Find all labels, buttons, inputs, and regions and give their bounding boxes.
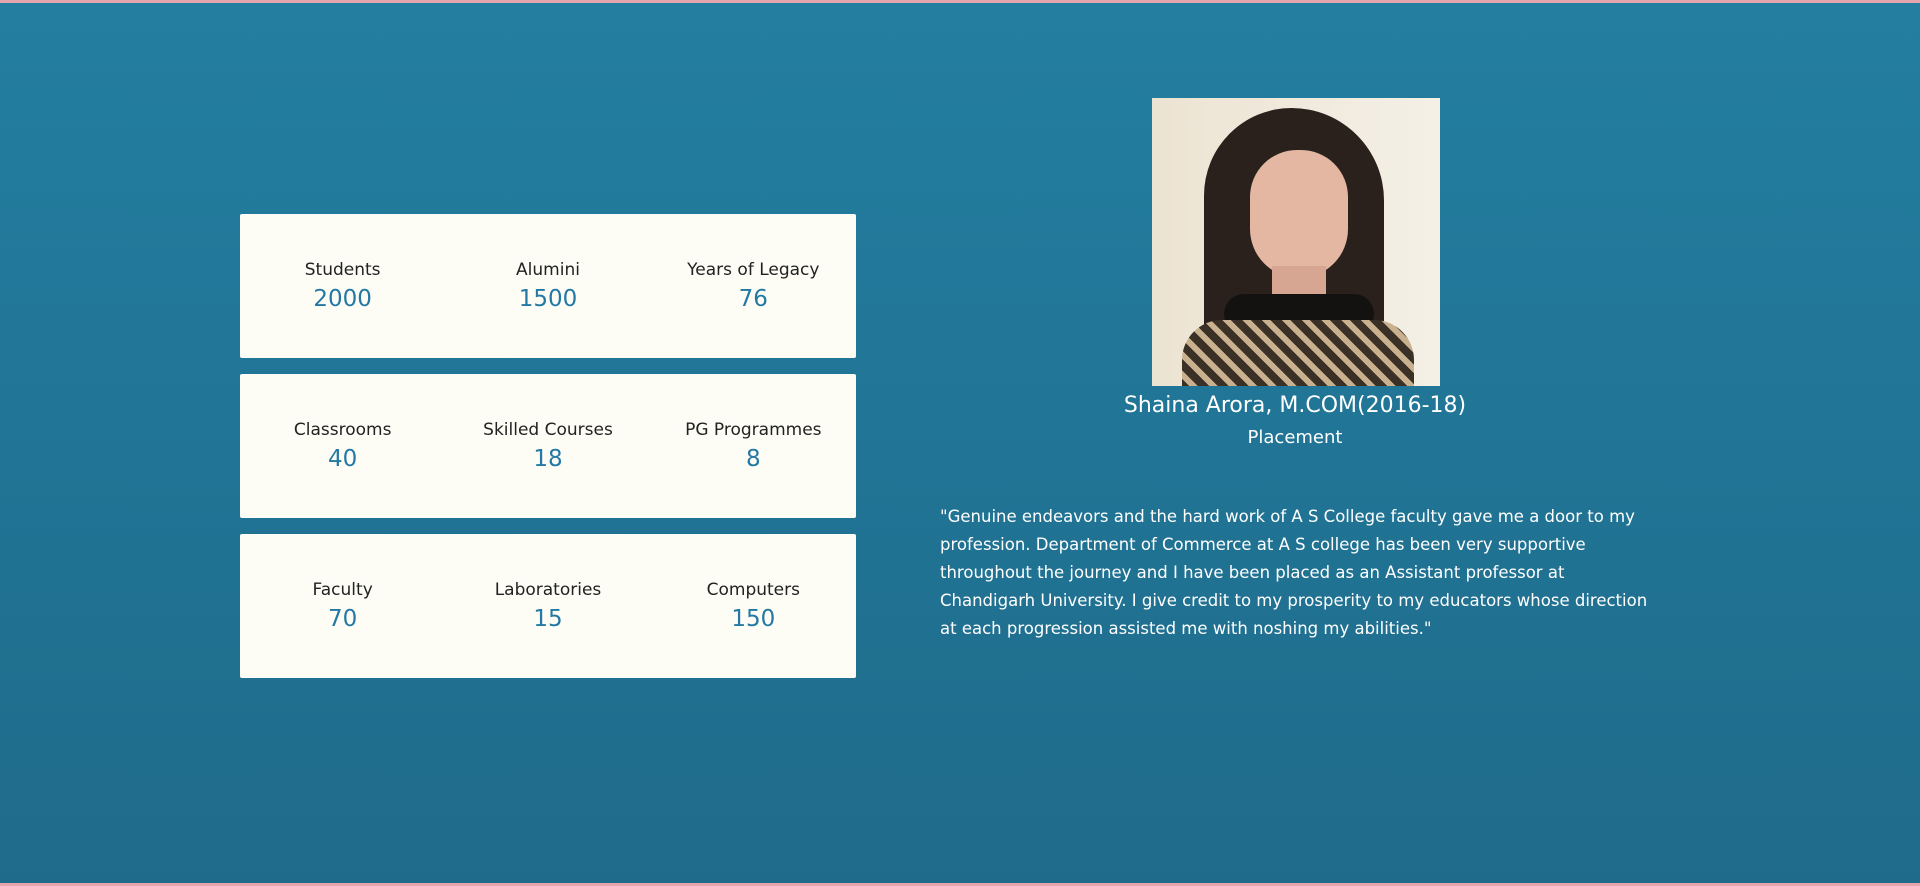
stat-computers: Computers 150 <box>651 579 856 634</box>
stat-label: Faculty <box>312 579 373 600</box>
testimonial-role: Placement <box>1247 427 1343 448</box>
stat-value: 1500 <box>518 285 578 312</box>
stat-label: PG Programmes <box>685 419 822 440</box>
stat-laboratories: Laboratories 15 <box>445 579 650 634</box>
stats-card: Classrooms 40 Skilled Courses 18 PG Prog… <box>240 374 856 518</box>
testimonial-photo <box>1152 98 1440 386</box>
stat-value: 40 <box>328 445 358 472</box>
photo-face <box>1250 150 1348 278</box>
stat-value: 150 <box>731 605 776 632</box>
stat-value: 8 <box>746 445 761 472</box>
stat-students: Students 2000 <box>240 259 445 314</box>
stat-value: 15 <box>533 605 563 632</box>
stat-alumini: Alumini 1500 <box>445 259 650 314</box>
photo-dress <box>1182 320 1414 386</box>
page: Students 2000 Alumini 1500 Years of Lega… <box>0 0 1920 886</box>
stat-classrooms: Classrooms 40 <box>240 419 445 474</box>
stat-label: Alumini <box>516 259 580 280</box>
stat-label: Computers <box>706 579 800 600</box>
stat-label: Skilled Courses <box>483 419 613 440</box>
stat-value: 70 <box>328 605 358 632</box>
stats-panel: Students 2000 Alumini 1500 Years of Lega… <box>240 214 856 694</box>
stat-years-of-legacy: Years of Legacy 76 <box>651 259 856 314</box>
stats-card: Faculty 70 Laboratories 15 Computers 150 <box>240 534 856 678</box>
stat-label: Years of Legacy <box>687 259 820 280</box>
stat-value: 2000 <box>313 285 372 312</box>
stat-pg-programmes: PG Programmes 8 <box>651 419 856 474</box>
testimonial-quote: "Genuine endeavors and the hard work of … <box>940 507 1648 638</box>
stat-label: Students <box>304 259 381 280</box>
testimonial-name: Shaina Arora, M.COM(2016-18) <box>1123 393 1467 418</box>
stat-faculty: Faculty 70 <box>240 579 445 634</box>
stats-card: Students 2000 Alumini 1500 Years of Lega… <box>240 214 856 358</box>
testimonial: Shaina Arora, M.COM(2016-18) Placement "… <box>940 98 1650 643</box>
stat-value: 18 <box>533 445 563 472</box>
stat-label: Laboratories <box>494 579 602 600</box>
stat-label: Classrooms <box>293 419 392 440</box>
stat-value: 76 <box>738 285 768 312</box>
stat-skilled-courses: Skilled Courses 18 <box>445 419 650 474</box>
